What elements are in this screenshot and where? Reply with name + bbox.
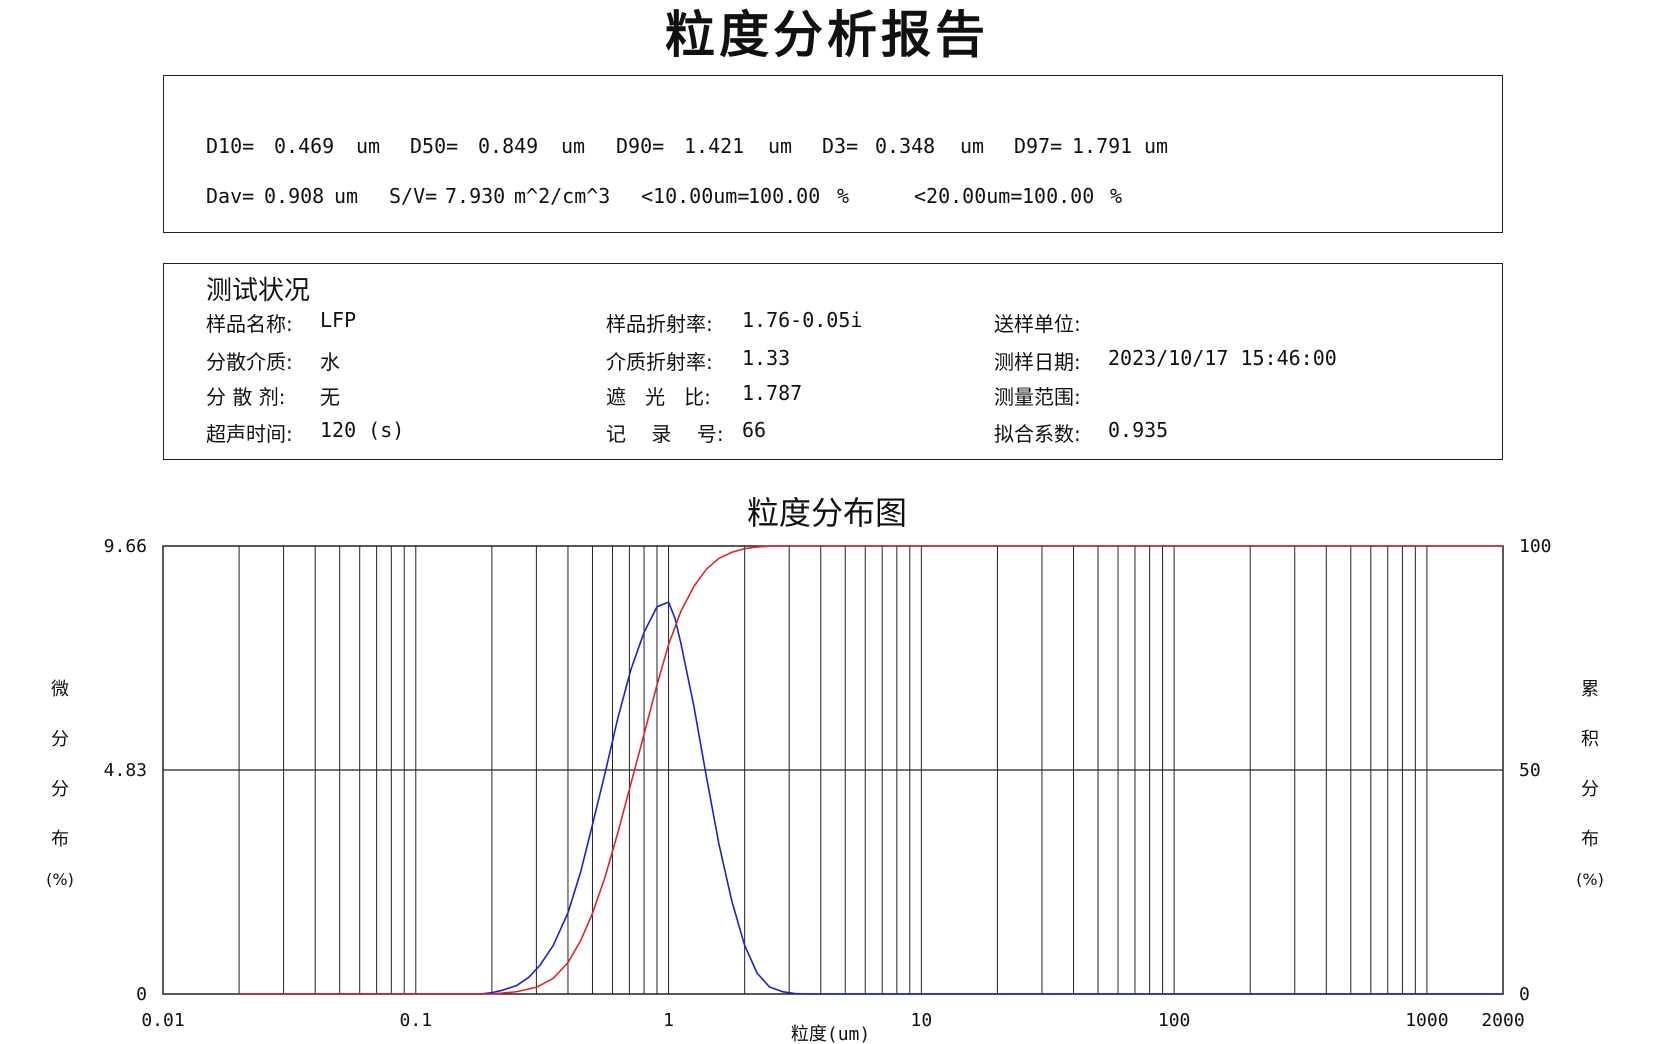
y-left-tick-label: 9.66 <box>104 536 147 557</box>
y-left-tick-label: 0 <box>136 984 147 1005</box>
x-tick-label: 1 <box>663 1010 674 1031</box>
y-right-tick-label: 50 <box>1519 760 1541 781</box>
y-right-tick-label: 100 <box>1519 536 1552 557</box>
x-tick-label: 100 <box>1158 1010 1191 1031</box>
y-right-tick-label: 0 <box>1519 984 1530 1005</box>
particle-size-chart: 0.01 0.1 1 10 100 1000 2000 0 4.83 9.66 0 50 100 粒度(u… <box>104 536 1552 1044</box>
x-axis-label: 粒度(um) <box>791 1024 870 1044</box>
x-tick-label: 10 <box>910 1010 932 1031</box>
y-left-tick-label: 4.83 <box>104 760 147 781</box>
differential-distribution-line <box>239 601 1503 995</box>
x-tick-label: 0.01 <box>141 1010 184 1031</box>
x-tick-label: 2000 <box>1481 1010 1524 1031</box>
x-tick-label: 0.1 <box>400 1010 433 1031</box>
x-tick-label: 1000 <box>1405 1010 1448 1031</box>
